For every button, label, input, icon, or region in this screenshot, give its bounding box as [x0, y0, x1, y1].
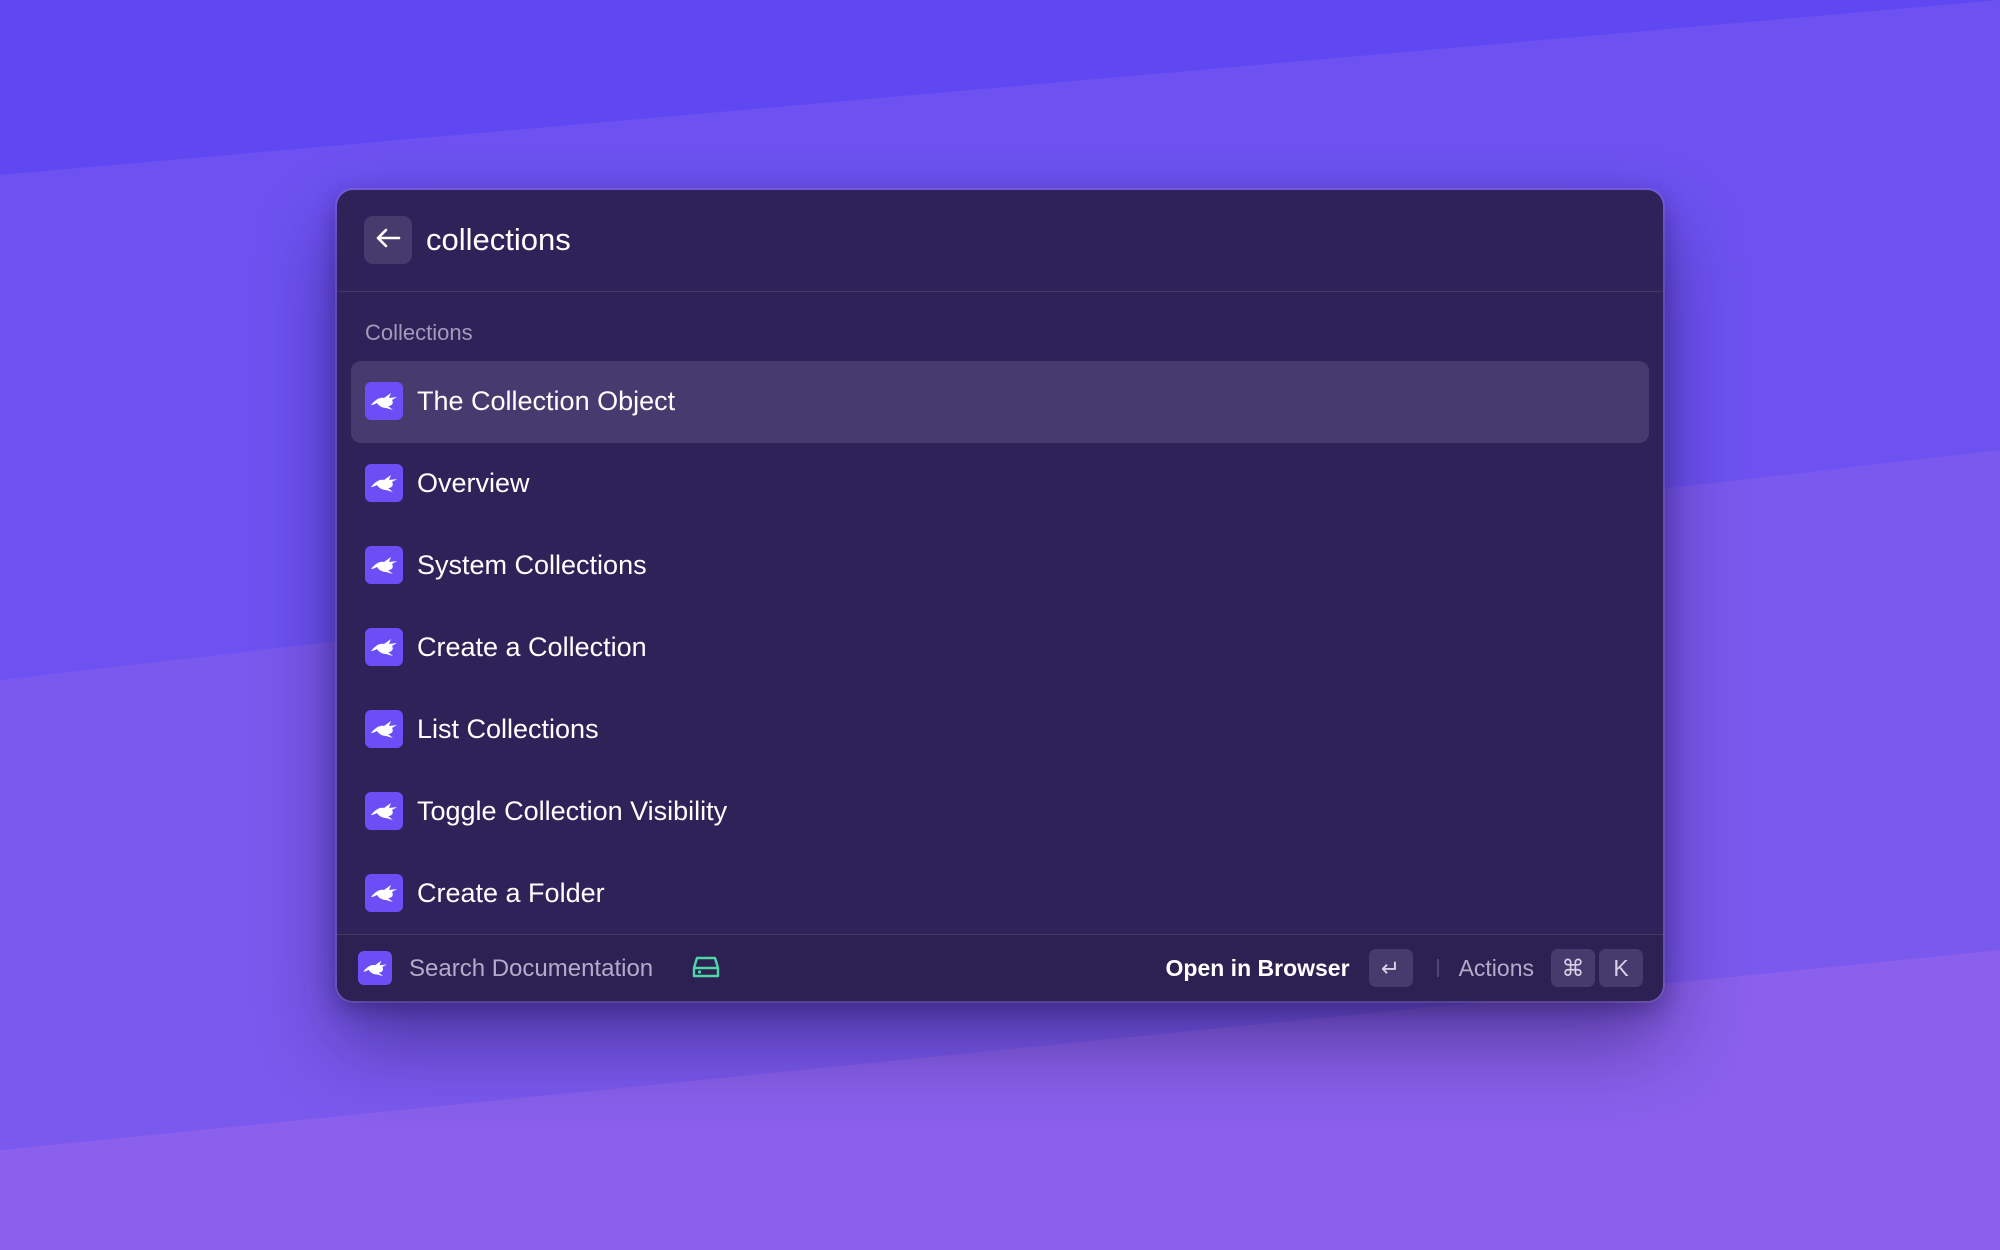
actions-button[interactable]: Actions — [1459, 955, 1534, 982]
results-list: The Collection Object Overview System Co… — [351, 361, 1649, 935]
extension-title: Search Documentation — [409, 955, 654, 982]
list-item[interactable]: Create a Folder — [351, 853, 1649, 935]
rabbit-logo-icon — [358, 951, 392, 985]
list-item[interactable]: The Collection Object — [351, 361, 1649, 443]
command-key-icon: ⌘ — [1551, 949, 1595, 987]
hard-drive-icon — [691, 952, 721, 987]
rabbit-logo-icon — [365, 710, 403, 748]
list-item[interactable]: Create a Collection — [351, 607, 1649, 689]
footer-actions: Open in Browser ↵ Actions ⌘ K — [1166, 949, 1643, 987]
list-item-label: Create a Folder — [417, 878, 605, 908]
action-bar: Search Documentation Open in Browser ↵ A… — [337, 934, 1663, 1001]
list-item-label: Overview — [417, 468, 530, 498]
list-item-label: System Collections — [417, 550, 647, 580]
rabbit-logo-icon — [365, 792, 403, 830]
rabbit-logo-icon — [365, 464, 403, 502]
list-item-label: List Collections — [417, 714, 599, 744]
k-key: K — [1599, 949, 1643, 987]
list-item[interactable]: System Collections — [351, 525, 1649, 607]
list-item[interactable]: Toggle Collection Visibility — [351, 771, 1649, 853]
search-input[interactable] — [426, 216, 1326, 264]
search-bar — [337, 190, 1663, 292]
list-item[interactable]: Overview — [351, 443, 1649, 525]
rabbit-logo-icon — [365, 628, 403, 666]
list-item-label: The Collection Object — [417, 386, 676, 416]
back-button[interactable] — [364, 216, 412, 264]
command-palette-window: Collections The Collection Object Overvi… — [337, 190, 1663, 1001]
enter-key-icon: ↵ — [1368, 949, 1413, 987]
list-item-label: Toggle Collection Visibility — [417, 796, 728, 826]
open-in-browser-button[interactable]: Open in Browser — [1166, 955, 1350, 982]
rabbit-logo-icon — [365, 382, 403, 420]
rabbit-logo-icon — [365, 546, 403, 584]
arrow-left-icon — [375, 227, 401, 254]
list-item[interactable]: List Collections — [351, 689, 1649, 771]
section-title: Collections — [365, 320, 473, 345]
divider — [1436, 959, 1439, 977]
rabbit-logo-icon — [365, 874, 403, 912]
list-item-label: Create a Collection — [417, 632, 647, 662]
